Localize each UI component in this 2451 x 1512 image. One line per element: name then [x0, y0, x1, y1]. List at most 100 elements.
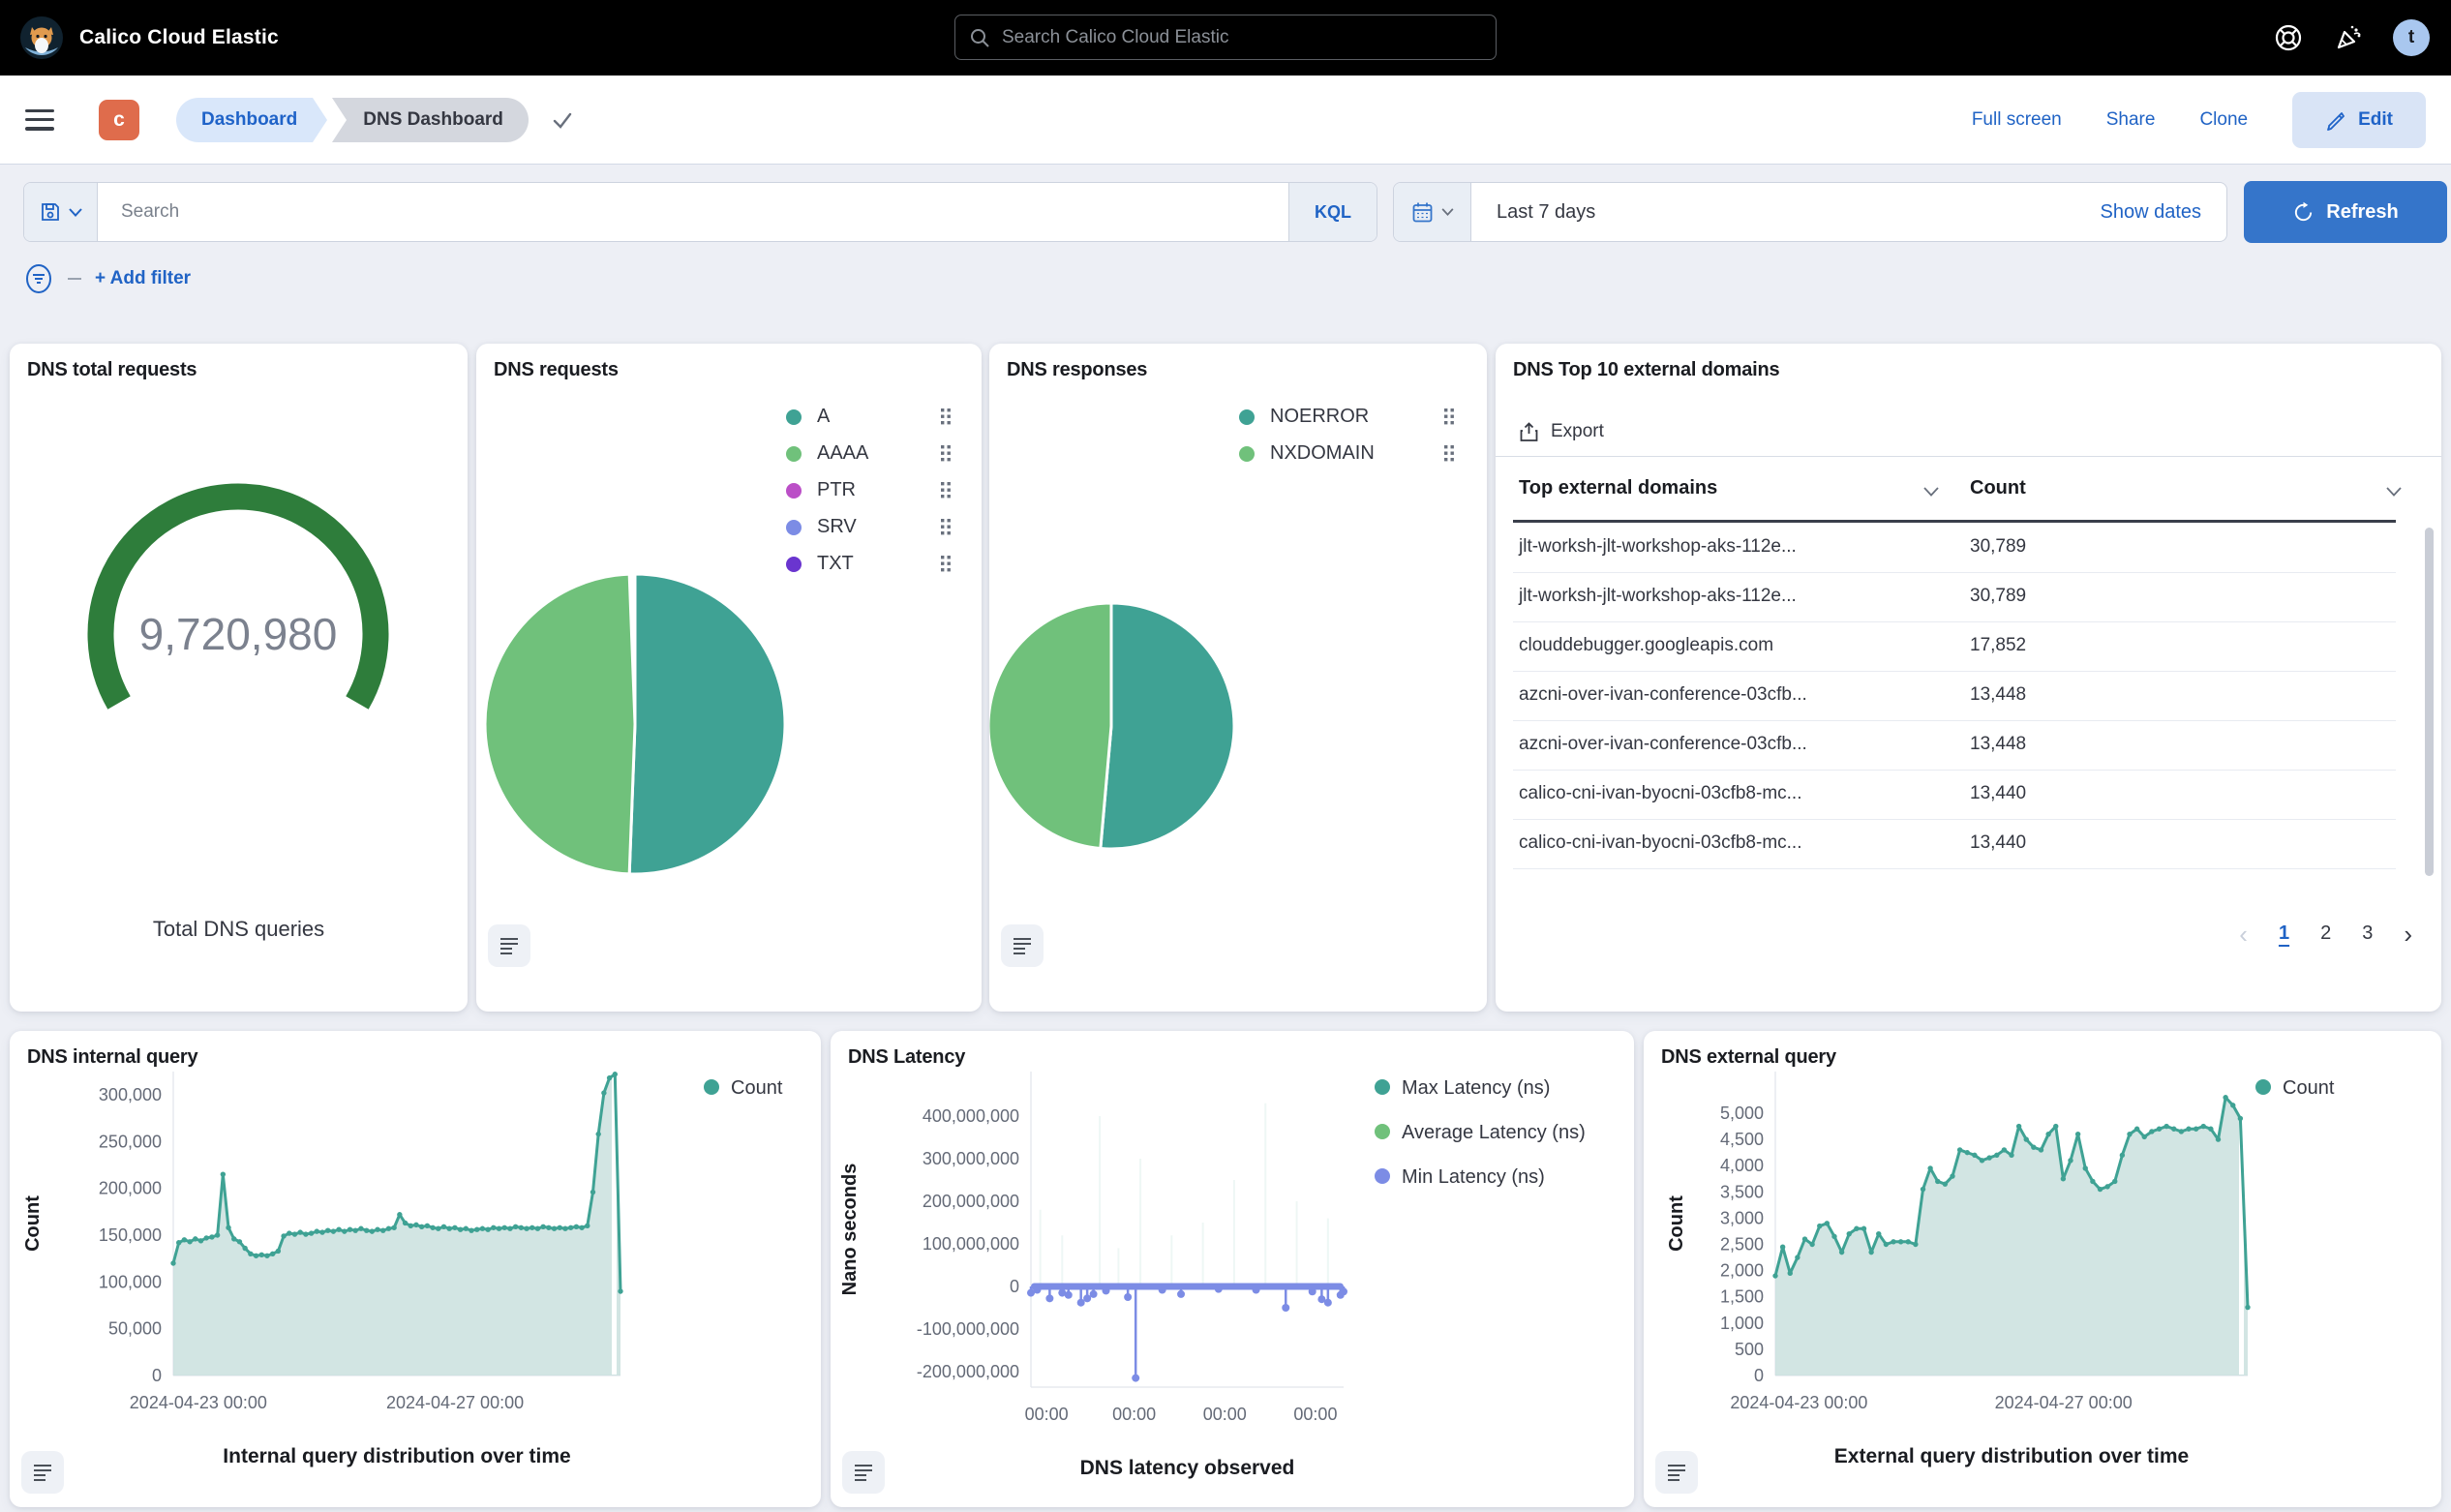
- pagination: ‹ 1 2 3 ›: [2239, 922, 2412, 945]
- legend-actions-icon[interactable]: [941, 482, 953, 499]
- legend-item-noerror[interactable]: NOERROR: [1239, 406, 1456, 428]
- svg-text:4,500: 4,500: [1720, 1130, 1764, 1149]
- panel-title: DNS internal query: [27, 1046, 197, 1069]
- save-icon: [40, 201, 61, 223]
- pie-slice-a[interactable]: [629, 574, 785, 874]
- show-dates-button[interactable]: Show dates: [2100, 201, 2201, 224]
- list-icon: [498, 934, 521, 957]
- edit-button[interactable]: Edit: [2292, 92, 2426, 148]
- column-header-domains[interactable]: Top external domains: [1519, 477, 1717, 499]
- legend-dot: [1239, 409, 1255, 425]
- full-screen-button[interactable]: Full screen: [1972, 109, 2062, 131]
- time-range-value[interactable]: Last 7 days: [1497, 201, 2100, 224]
- menu-icon[interactable]: [25, 109, 54, 131]
- table-row: jlt-worksh-jlt-workshop-aks-112e...30,78…: [1496, 524, 2441, 573]
- svg-text:2024-04-27 00:00: 2024-04-27 00:00: [386, 1393, 524, 1412]
- kql-search-box[interactable]: Search KQL: [23, 182, 1377, 242]
- cell-count: 13,440: [1970, 783, 2026, 804]
- legend-actions-icon[interactable]: [941, 556, 953, 573]
- svg-text:-200,000,000: -200,000,000: [917, 1362, 1019, 1381]
- svg-text:Count: Count: [2283, 1077, 2335, 1099]
- pagination-page-3[interactable]: 3: [2362, 922, 2373, 945]
- legend-item-aaaa[interactable]: AAAA: [786, 442, 953, 465]
- search-icon: [969, 27, 990, 48]
- pagination-page-2[interactable]: 2: [2320, 922, 2331, 945]
- cell-count: 30,789: [1970, 536, 2026, 558]
- refresh-icon: [2292, 201, 2315, 224]
- legend-actions-icon[interactable]: [941, 519, 953, 536]
- svg-text:3,500: 3,500: [1720, 1182, 1764, 1201]
- pencil-icon: [2325, 109, 2346, 131]
- legend-item-srv[interactable]: SRV: [786, 516, 953, 538]
- filter-icon[interactable]: [23, 263, 54, 294]
- panel-dns-latency: DNS Latency -200,000,000-100,000,0000100…: [831, 1031, 1634, 1507]
- svg-text:400,000,000: 400,000,000: [923, 1106, 1019, 1126]
- share-button[interactable]: Share: [2106, 109, 2156, 131]
- clone-button[interactable]: Clone: [2199, 109, 2248, 131]
- svg-text:0: 0: [1010, 1277, 1019, 1296]
- svg-text:Min Latency (ns): Min Latency (ns): [1402, 1166, 1545, 1188]
- legend-toggle-button[interactable]: [488, 924, 530, 967]
- svg-text:200,000,000: 200,000,000: [923, 1192, 1019, 1211]
- column-header-count[interactable]: Count: [1970, 477, 2026, 499]
- legend-dot: [786, 483, 802, 499]
- export-icon: [1519, 422, 1539, 442]
- legend-actions-icon[interactable]: [1444, 445, 1456, 463]
- legend-toggle-button[interactable]: [21, 1451, 64, 1494]
- legend-label: A: [817, 406, 830, 428]
- breadcrumb-dns-dashboard[interactable]: DNS Dashboard: [332, 98, 529, 142]
- legend-actions-icon[interactable]: [1444, 408, 1456, 426]
- svg-text:50,000: 50,000: [108, 1319, 162, 1339]
- date-picker[interactable]: Last 7 days Show dates: [1393, 182, 2227, 242]
- refresh-button[interactable]: Refresh: [2244, 181, 2447, 243]
- legend-toggle-button[interactable]: [842, 1451, 885, 1494]
- space-badge[interactable]: c: [99, 100, 139, 140]
- table-scrollbar[interactable]: [2425, 528, 2434, 876]
- external-query-area-chart: 05001,0001,5002,0002,5003,0003,5004,0004…: [1644, 1031, 2441, 1507]
- legend-dot: [786, 520, 802, 535]
- breadcrumb-dashboard[interactable]: Dashboard: [176, 98, 327, 142]
- internal-query-area-chart: 050,000100,000150,000200,000250,000300,0…: [10, 1031, 821, 1507]
- pagination-page-1[interactable]: 1: [2279, 922, 2289, 945]
- legend-item-a[interactable]: A: [786, 406, 953, 428]
- calendar-menu-button[interactable]: [1394, 183, 1471, 241]
- pagination-next-icon[interactable]: ›: [2404, 924, 2412, 944]
- legend-dot: [1239, 446, 1255, 462]
- kql-language-button[interactable]: KQL: [1288, 183, 1377, 241]
- pie-slice-aaaa[interactable]: [485, 574, 635, 874]
- global-search-input[interactable]: Search Calico Cloud Elastic: [954, 15, 1497, 60]
- legend-actions-icon[interactable]: [941, 445, 953, 463]
- help-icon[interactable]: [2273, 22, 2304, 53]
- table-row: clouddebugger.googleapis.com17,852: [1496, 622, 2441, 672]
- sort-chevron-icon[interactable]: [2386, 487, 2402, 497]
- legend-item-ptr[interactable]: PTR: [786, 479, 953, 501]
- svg-text:100,000,000: 100,000,000: [923, 1234, 1019, 1254]
- legend-label: SRV: [817, 516, 857, 538]
- user-avatar[interactable]: t: [2393, 19, 2430, 56]
- legend-toggle-button[interactable]: [1001, 924, 1044, 967]
- svg-text:00:00: 00:00: [1112, 1405, 1156, 1424]
- row-divider: [1513, 868, 2396, 869]
- sort-chevron-icon[interactable]: [1923, 487, 1939, 497]
- news-party-popper-icon[interactable]: [2333, 22, 2364, 53]
- pie-slice-nxdomain[interactable]: [989, 603, 1111, 849]
- legend-actions-icon[interactable]: [941, 408, 953, 426]
- svg-text:00:00: 00:00: [1203, 1405, 1247, 1424]
- export-button[interactable]: Export: [1519, 421, 1604, 442]
- svg-text:Average Latency (ns): Average Latency (ns): [1402, 1122, 1586, 1143]
- svg-text:00:00: 00:00: [1293, 1405, 1337, 1424]
- pagination-previous-icon[interactable]: ‹: [2239, 924, 2248, 944]
- pie-slice-noerror[interactable]: [1101, 603, 1234, 849]
- add-filter-button[interactable]: + Add filter: [95, 268, 191, 289]
- calico-logo[interactable]: [19, 15, 64, 60]
- svg-text:3,000: 3,000: [1720, 1208, 1764, 1227]
- gauge-value: 9,720,980: [139, 609, 338, 659]
- saved-query-menu-button[interactable]: [24, 183, 98, 241]
- cell-count: 13,448: [1970, 734, 2026, 755]
- legend-item-nxdomain[interactable]: NXDOMAIN: [1239, 442, 1456, 465]
- svg-text:1,000: 1,000: [1720, 1314, 1764, 1333]
- svg-text:2,000: 2,000: [1720, 1261, 1764, 1281]
- legend-item-txt[interactable]: TXT: [786, 553, 953, 575]
- legend-toggle-button[interactable]: [1655, 1451, 1698, 1494]
- table-row: azcni-over-ivan-conference-03cfb...13,44…: [1496, 672, 2441, 721]
